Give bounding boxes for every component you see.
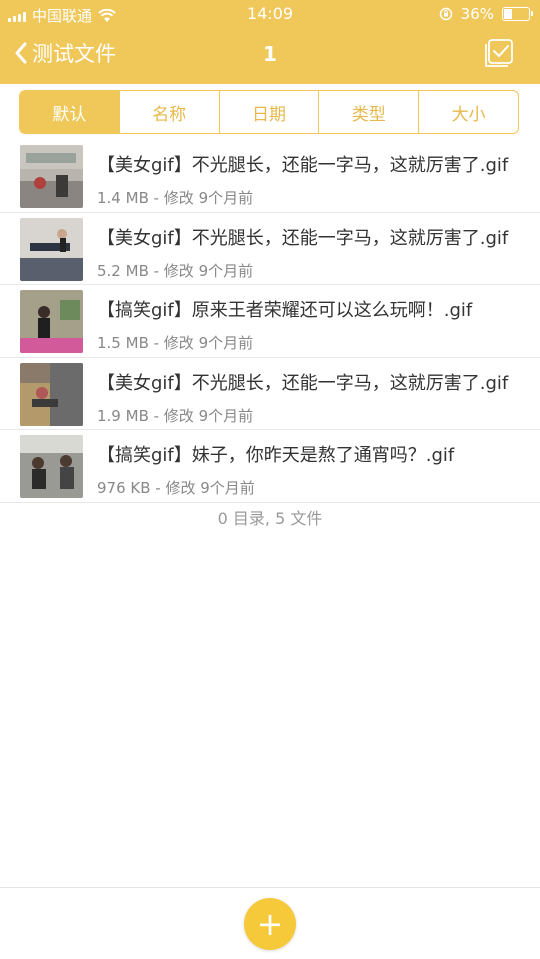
sort-tab-default[interactable]: 默认	[20, 91, 119, 133]
navigation-bar: 测试文件 1	[0, 28, 540, 84]
file-name: 【美女gif】不光腿长，还能一字马，这就厉害了.gif	[97, 372, 509, 394]
file-thumbnail	[20, 217, 83, 281]
sort-tab-size[interactable]: 大小	[418, 91, 518, 133]
file-thumbnail	[20, 362, 83, 426]
file-row[interactable]: 【美女gif】不光腿长，还能一字马，这就厉害了.gif 5.2 MB - 修改 …	[0, 213, 540, 285]
file-row[interactable]: 【搞笑gif】妹子，你昨天是熬了通宵吗？.gif 976 KB - 修改 9个月…	[0, 430, 540, 503]
sort-tab-type[interactable]: 类型	[318, 91, 418, 133]
rotation-lock-icon	[439, 7, 452, 21]
file-meta: 1.5 MB - 修改 9个月前	[97, 334, 254, 352]
sort-segmented-control: 默认 名称 日期 类型 大小	[19, 90, 519, 134]
file-name: 【搞笑gif】原来王者荣耀还可以这么玩啊！.gif	[97, 300, 473, 321]
file-row[interactable]: 【搞笑gif】原来王者荣耀还可以这么玩啊！.gif 1.5 MB - 修改 9个…	[0, 285, 540, 358]
checkbox-icon	[485, 39, 513, 67]
header-bar: 中国联通 14:09 36% 测试文件 1	[0, 0, 540, 84]
file-name: 【美女gif】不光腿长，还能一字马，这就厉害了.gif	[97, 227, 509, 249]
status-right: 36%	[439, 5, 533, 23]
file-meta: 976 KB - 修改 9个月前	[97, 479, 255, 497]
battery-percent: 36%	[460, 5, 494, 23]
battery-icon	[502, 7, 533, 21]
sort-tab-date[interactable]: 日期	[218, 91, 319, 133]
file-list: 【美女gif】不光腿长，还能一字马，这就厉害了.gif 1.4 MB - 修改 …	[0, 140, 540, 503]
file-name: 【美女gif】不光腿长，还能一字马，这就厉害了.gif	[97, 155, 509, 176]
file-row[interactable]: 【美女gif】不光腿长，还能一字马，这就厉害了.gif 1.9 MB - 修改 …	[0, 358, 540, 430]
file-name: 【搞笑gif】妹子，你昨天是熬了通宵吗？.gif	[97, 445, 455, 466]
file-thumbnail	[20, 145, 83, 208]
file-row[interactable]: 【美女gif】不光腿长，还能一字马，这就厉害了.gif 1.4 MB - 修改 …	[0, 140, 540, 213]
file-thumbnail	[20, 435, 83, 498]
select-button[interactable]	[484, 38, 514, 68]
sort-tab-name[interactable]: 名称	[118, 91, 219, 133]
file-thumbnail	[20, 290, 83, 353]
bottom-divider	[0, 887, 540, 888]
file-meta: 1.9 MB - 修改 9个月前	[97, 406, 254, 425]
file-meta: 5.2 MB - 修改 9个月前	[97, 261, 254, 280]
file-meta: 1.4 MB - 修改 9个月前	[97, 189, 254, 207]
add-button[interactable]: +	[244, 898, 296, 950]
folder-summary: 0 目录, 5 文件	[217, 509, 323, 528]
selection-count: 1	[263, 42, 277, 66]
status-bar: 中国联通 14:09 36%	[0, 0, 540, 28]
